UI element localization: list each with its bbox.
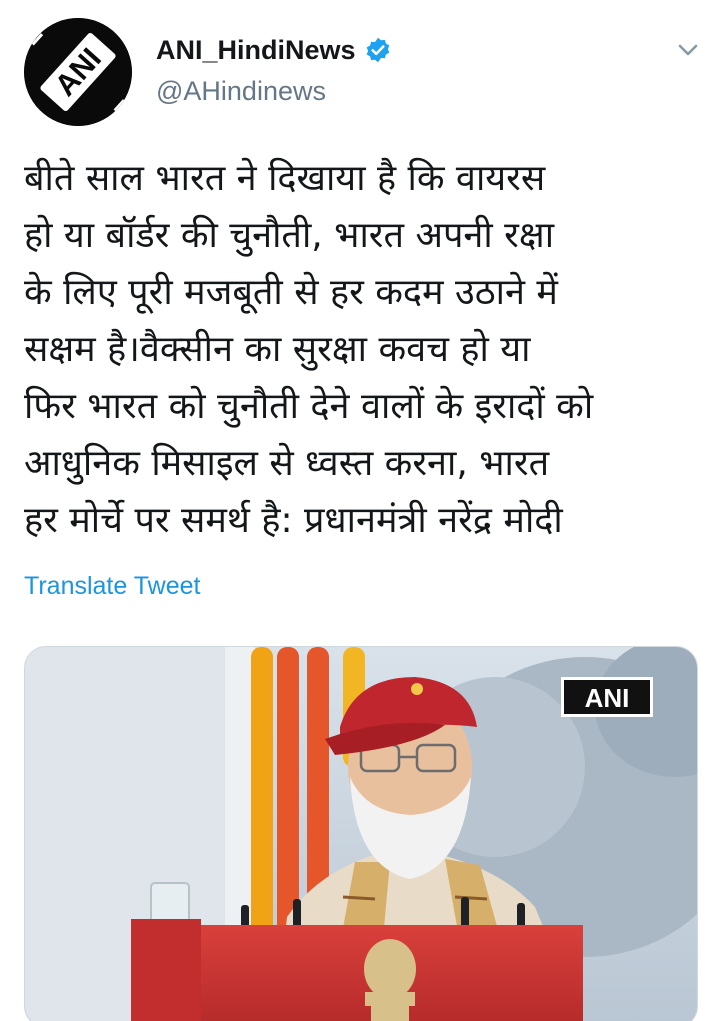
- tweet-card: ANI ANI_HindiNews @AHindinews बीते साल भ…: [0, 0, 720, 1021]
- tweet-header: ANI ANI_HindiNews @AHindinews: [24, 18, 704, 128]
- tweet-text-line: सक्षम है।वैक्सीन का सुरक्षा कवच हो या: [24, 329, 531, 370]
- user-handle[interactable]: @AHindinews: [156, 76, 392, 107]
- tweet-text: बीते साल भारत ने दिखाया है कि वायरस हो य…: [24, 150, 704, 549]
- translate-tweet-link[interactable]: Translate Tweet: [24, 572, 200, 601]
- ani-watermark-logo: ANI: [585, 683, 630, 711]
- display-name-row: ANI_HindiNews: [156, 30, 392, 70]
- ani-watermark: ANI: [561, 677, 653, 717]
- tweet-text-line: हो या बॉर्डर की चुनौती, भारत अपनी रक्षा: [24, 215, 555, 256]
- tweet-text-line: बीते साल भारत ने दिखाया है कि वायरस: [24, 158, 546, 199]
- tweet-text-line: हर मोर्चे पर समर्थ है: प्रधानमंत्री नरें…: [24, 500, 563, 541]
- tweet-media-photo[interactable]: ANI: [24, 646, 698, 1021]
- tweet-text-line: फिर भारत को चुनौती देने वालों के इरादों …: [24, 386, 594, 427]
- tweet-text-line: आधुनिक मिसाइल से ध्वस्त करना, भारत: [24, 443, 550, 484]
- avatar[interactable]: ANI: [24, 18, 132, 126]
- chevron-down-icon: [678, 44, 698, 56]
- author-names: ANI_HindiNews @AHindinews: [156, 30, 392, 107]
- tweet-menu-button[interactable]: [672, 34, 704, 66]
- watermark-text: ANI: [585, 683, 630, 711]
- display-name[interactable]: ANI_HindiNews: [156, 35, 356, 66]
- ani-logo-icon: ANI: [24, 18, 132, 126]
- tweet-text-line: के लिए पूरी मजबूती से हर कदम उठाने में: [24, 272, 558, 313]
- verified-badge-icon: [364, 36, 392, 64]
